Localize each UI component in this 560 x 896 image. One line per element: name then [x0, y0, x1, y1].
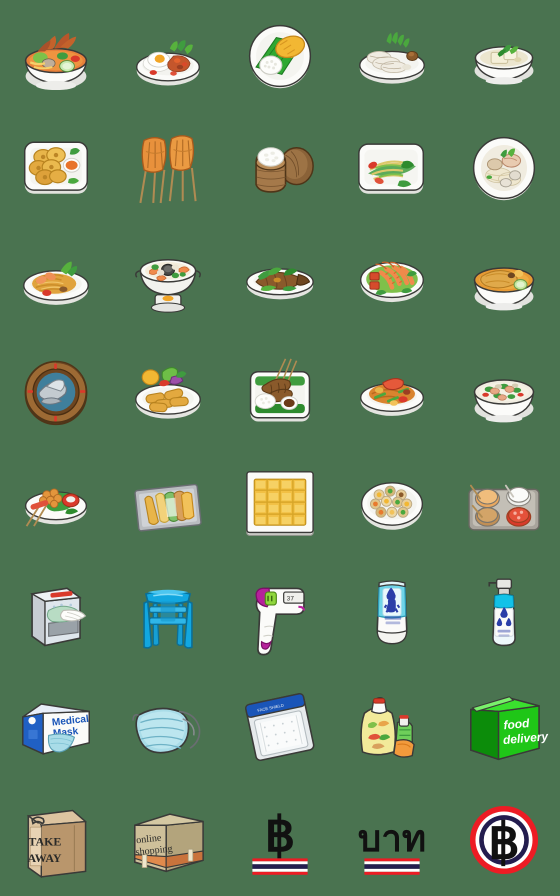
surgical-face-mask-icon	[132, 707, 201, 754]
satay-skewers-plate-icon	[24, 488, 88, 527]
grilled-bread-tray-icon	[134, 483, 202, 532]
tom-kha-gai-icon	[473, 379, 535, 423]
sticker-cell-rice-fried-egg-basil[interactable]: Rice with fried egg and basil stir fry	[112, 0, 224, 112]
mango-sticky-rice-icon	[248, 24, 312, 89]
take-away-text-line1: TAKE	[28, 835, 61, 849]
stir-fried-seafood-icon	[360, 378, 424, 416]
sticker-cell-noodle-soup-bowl[interactable]: Pork noodle soup bowl	[448, 112, 560, 224]
medical-mask-box-icon: Medical Mask	[22, 703, 90, 755]
sticker-cell-baht-thai-script-flag[interactable]: บาท Thai script บาท over Thai flag strip…	[336, 784, 448, 896]
sticker-cell-food-delivery-box[interactable]: food delivery Green food delivery box	[448, 672, 560, 784]
sticker-cell-grilled-pork-set[interactable]: Grilled pork with rice and dip tray	[224, 336, 336, 448]
take-away-bag-icon: TAKE AWAY	[26, 809, 88, 879]
sticker-cell-grilled-prawns[interactable]: Grilled prawns platter	[336, 224, 448, 336]
grilled-prawns-icon	[360, 261, 424, 303]
sticker-cell-steamed-fish-pot[interactable]: Steamed mackerel in woven basket	[0, 336, 112, 448]
infrared-thermometer-icon: 37	[255, 587, 306, 656]
sticker-cell-baht-symbol-flag[interactable]: ฿ Baht symbol over Thai flag stripes	[224, 784, 336, 896]
sticker-cell-napkin-dispenser[interactable]: Napkin tissue dispenser	[0, 560, 112, 672]
face-shield-icon: FACE SHIELD	[245, 693, 315, 762]
baht-badge-glyph: ฿	[488, 813, 520, 869]
sticker-cell-online-shopping-box[interactable]: online shopping Cardboard box reading on…	[112, 784, 224, 896]
rice-fried-egg-basil-icon	[136, 40, 200, 86]
grocery-bag-icon	[360, 696, 415, 758]
egg-custard-tray-icon	[246, 471, 314, 536]
sticker-cell-massaman-curry[interactable]: Yellow curry bowl with roti	[448, 224, 560, 336]
sticker-cell-condiment-tray[interactable]: Tray of sauces and condiments	[448, 448, 560, 560]
sticker-cell-hand-sanitizer-tube[interactable]: Hand sanitizer gel tube	[336, 560, 448, 672]
noodle-soup-bowl-icon	[472, 136, 536, 201]
online-shopping-box-icon: online shopping	[134, 813, 204, 873]
sticker-grid: Tom Yum Goong soup bowl Rice with fried …	[0, 0, 560, 896]
sticker-cell-plastic-stool[interactable]: Blue plastic stool	[112, 560, 224, 672]
sticker-cell-tom-kha-gai[interactable]: Coconut chicken soup bowl	[448, 336, 560, 448]
sticker-cell-thai-appetizer-platter[interactable]: Platter of assorted canapes	[336, 448, 448, 560]
sticker-cell-mango-sticky-rice[interactable]: Mango sticky rice on banana leaf	[224, 0, 336, 112]
sticker-cell-grocery-bag[interactable]: Grocery bag with snacks and drink	[336, 672, 448, 784]
pad-thai-icon	[23, 261, 89, 305]
sticker-cell-tom-yum-goong[interactable]: Tom Yum Goong soup bowl	[0, 0, 112, 112]
sticker-cell-stir-fried-seafood[interactable]: Stir fried seafood with vegetables	[336, 336, 448, 448]
svg-text:37: 37	[286, 595, 294, 602]
seafood-hotpot-icon	[135, 259, 201, 313]
sticker-cell-som-tam-papaya-salad[interactable]: Green papaya salad plate	[336, 112, 448, 224]
sticker-cell-alcohol-spray-bottle[interactable]: Alcohol spray bottle	[448, 560, 560, 672]
spring-rolls-plate-icon	[135, 367, 201, 419]
food-delivery-text-line2: delivery	[502, 729, 550, 747]
baht-thai-glyph: บาท	[358, 817, 426, 860]
grilled-fish-herbs-icon	[246, 267, 314, 300]
sticky-rice-basket-icon	[255, 147, 314, 193]
sticker-cell-egg-custard-tray[interactable]: Tray of yellow sweet squares	[224, 448, 336, 560]
sticker-cell-medical-mask-box[interactable]: Medical Mask Medical Mask box	[0, 672, 112, 784]
sticker-cell-tofu-soup[interactable]: Clear tofu soup bowl	[448, 0, 560, 112]
sticker-cell-satay-skewers-plate[interactable]: Chicken satay skewers on banana leaf	[0, 448, 112, 560]
hand-sanitizer-tube-icon	[376, 580, 408, 645]
sticker-cell-fried-fish-cakes[interactable]: Fried fish cakes with chili sauce	[0, 112, 112, 224]
baht-glyph: ฿	[265, 809, 295, 862]
baht-symbol-flag-icon: ฿	[252, 809, 308, 875]
khao-man-gai-icon	[359, 32, 425, 84]
sticker-cell-grilled-chicken-skewers[interactable]: Grilled chicken on skewers	[112, 112, 224, 224]
condiment-tray-icon	[468, 484, 540, 531]
tom-yum-goong-icon	[24, 33, 88, 91]
food-delivery-text-line1: food	[503, 716, 531, 732]
take-away-text-line2: AWAY	[27, 851, 61, 865]
plastic-stool-icon	[143, 589, 193, 649]
sticker-cell-seafood-hotpot[interactable]: Seafood hot pot with burner	[112, 224, 224, 336]
sticker-cell-take-away-bag[interactable]: TAKE AWAY Paper bag reading TAKE AWAY	[0, 784, 112, 896]
thai-flag-stripes	[364, 858, 420, 875]
tofu-soup-icon	[474, 44, 534, 85]
sticker-cell-khao-man-gai[interactable]: Chicken rice plate with sauce	[336, 0, 448, 112]
napkin-dispenser-icon	[30, 587, 87, 647]
sticker-cell-grilled-fish-herbs[interactable]: Grilled fish with herbs plate	[224, 224, 336, 336]
sticker-cell-sticky-rice-basket[interactable]: Sticky rice in bamboo basket	[224, 112, 336, 224]
sticker-cell-infrared-thermometer[interactable]: 37 Infrared forehead thermometer	[224, 560, 336, 672]
som-tam-papaya-salad-icon	[358, 143, 425, 194]
massaman-curry-icon	[473, 267, 535, 311]
sticker-cell-baht-badge-circle[interactable]: ฿ Baht symbol in Thai flag circle badge	[448, 784, 560, 896]
sticker-cell-surgical-face-mask[interactable]: Surgical face mask	[112, 672, 224, 784]
sticker-cell-pad-thai[interactable]: Pad Thai noodles plate	[0, 224, 112, 336]
food-delivery-box-icon: food delivery	[470, 696, 550, 761]
sticker-cell-spring-rolls-plate[interactable]: Spring rolls with salad plate	[112, 336, 224, 448]
sticker-cell-face-shield[interactable]: FACE SHIELD Clear face shield	[224, 672, 336, 784]
grilled-chicken-skewers-icon	[139, 135, 197, 204]
grilled-pork-set-icon	[249, 358, 311, 422]
baht-thai-script-flag-icon: บาท	[358, 817, 426, 875]
alcohol-spray-bottle-icon	[488, 578, 516, 647]
steamed-fish-pot-icon	[24, 360, 88, 426]
thai-appetizer-platter-icon	[360, 482, 424, 530]
sticker-cell-grilled-bread-tray[interactable]: Grilled toast and roti tray	[112, 448, 224, 560]
baht-badge-circle-icon: ฿	[469, 805, 539, 875]
thai-flag-stripes	[252, 858, 308, 875]
fried-fish-cakes-icon	[23, 141, 89, 194]
